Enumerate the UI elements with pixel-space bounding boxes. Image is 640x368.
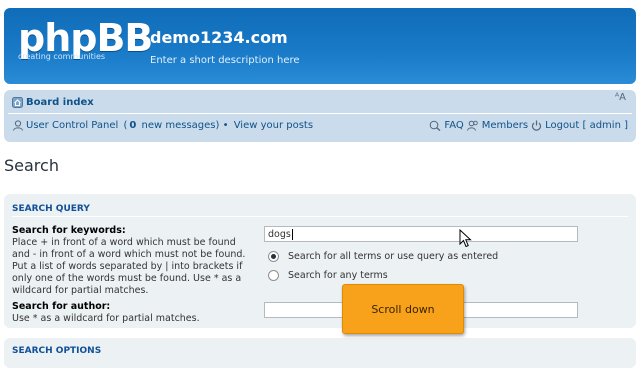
terms-all-radio[interactable]: [268, 251, 279, 262]
text-caret: [291, 229, 293, 240]
new-messages-prefix: (: [120, 120, 128, 131]
keywords-help-line: only one of the words must be found. Use…: [12, 273, 242, 284]
user-control-panel-link[interactable]: User Control Panel: [26, 120, 118, 131]
keywords-help-line: and - in front of a word which must not …: [12, 249, 246, 260]
members-icon: [466, 120, 478, 131]
tooltip-text: Scroll down: [371, 302, 435, 316]
site-description: Enter a short description here: [150, 55, 300, 66]
faq-icon: [430, 120, 441, 131]
members-link[interactable]: Members: [482, 120, 528, 131]
font-size-toggle[interactable]: ᴬA: [615, 92, 626, 103]
keywords-input-value: dogs: [268, 229, 291, 240]
keywords-help-line: Place + in front of a word which must be…: [12, 237, 236, 248]
board-index-link[interactable]: Board index: [12, 97, 94, 108]
search-options-panel: SEARCH OPTIONS: [4, 338, 636, 368]
search-query-panel: SEARCH QUERY Search for keywords: Place …: [4, 194, 636, 328]
keywords-label-block: Search for keywords: Place + in front of…: [12, 225, 262, 297]
site-title[interactable]: demo1234.com: [150, 28, 288, 47]
navbar: Board index ᴬA User Control Panel (0 new…: [4, 90, 636, 142]
panel-divider: [12, 216, 628, 217]
page-title: Search: [4, 156, 59, 175]
terms-option-all[interactable]: Search for all terms or use query as ent…: [268, 251, 498, 262]
navbar-divider: [8, 113, 632, 114]
navbar-right-links: FAQ Members Logout [ admin ]: [429, 120, 628, 131]
keywords-help-line: wildcard for partial matches.: [12, 285, 149, 296]
view-your-posts-link[interactable]: View your posts: [234, 120, 313, 131]
new-messages-count[interactable]: 0: [129, 120, 136, 131]
mouse-pointer-icon: [459, 229, 472, 248]
author-help: Use * as a wildcard for partial matches.: [12, 313, 200, 324]
scroll-down-tooltip: Scroll down: [342, 284, 464, 334]
keywords-input[interactable]: dogs: [264, 226, 578, 242]
keywords-label: Search for keywords:: [12, 225, 126, 236]
faq-link[interactable]: FAQ: [444, 120, 463, 131]
search-options-heading: SEARCH OPTIONS: [12, 346, 102, 356]
user-menu: User Control Panel (0 new messages) • Vi…: [12, 120, 313, 131]
user-control-panel-icon: [13, 120, 23, 131]
author-label: Search for author:: [12, 301, 111, 312]
terms-all-label: Search for all terms or use query as ent…: [288, 251, 499, 262]
new-messages-suffix: new messages) •: [138, 120, 232, 131]
site-header: phpBB creating communities demo1234.com …: [4, 8, 636, 84]
home-icon: [12, 97, 23, 108]
terms-any-radio[interactable]: [268, 270, 279, 281]
logo-tagline: creating communities: [18, 52, 106, 61]
terms-any-label: Search for any terms: [288, 270, 388, 281]
board-index-label: Board index: [26, 97, 94, 108]
logout-icon: [531, 120, 542, 131]
logout-link[interactable]: Logout [ admin ]: [545, 120, 628, 131]
search-query-heading: SEARCH QUERY: [12, 204, 90, 214]
author-label-block: Search for author: Use * as a wildcard f…: [12, 301, 262, 325]
keywords-help-line: Put a list of words separated by | into …: [12, 261, 243, 272]
terms-option-any[interactable]: Search for any terms: [268, 270, 388, 281]
